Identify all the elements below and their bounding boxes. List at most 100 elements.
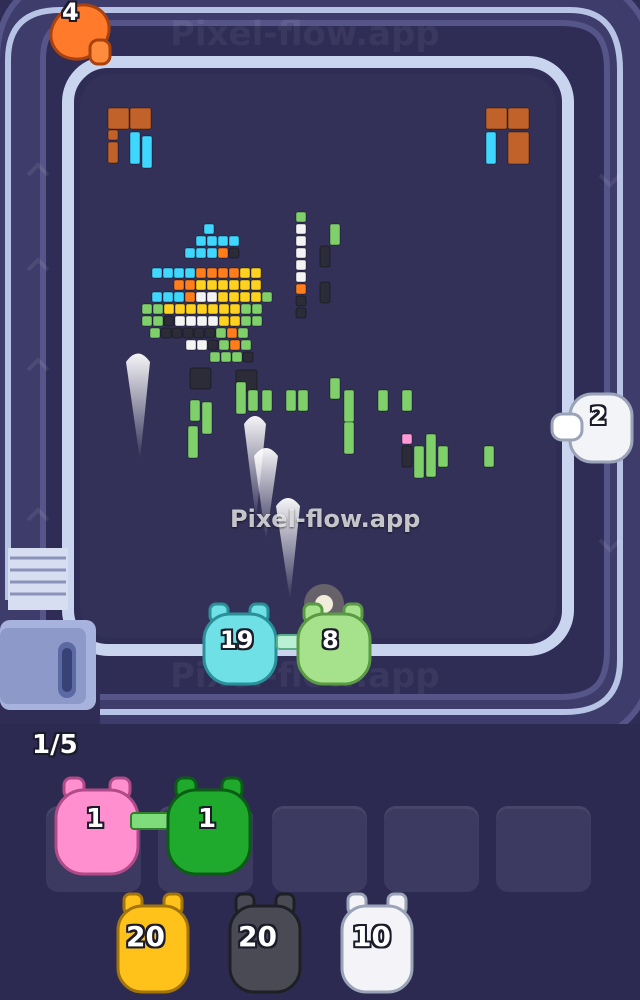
pixel-brown bbox=[107, 129, 119, 141]
progress-counter: 1/5 bbox=[32, 730, 78, 760]
pixel-brown bbox=[485, 107, 508, 130]
pixel-yellow bbox=[228, 279, 240, 291]
pixel-green bbox=[425, 433, 437, 478]
shooter-white-count: 2 bbox=[590, 402, 607, 430]
shooter-white-edge[interactable]: 2 bbox=[550, 388, 640, 468]
pixel-white bbox=[195, 291, 207, 303]
pixel-dark bbox=[193, 327, 205, 339]
pixel-green bbox=[285, 389, 297, 412]
pixel-orange bbox=[295, 283, 307, 295]
pixel-white bbox=[174, 315, 186, 327]
pixel-white bbox=[185, 315, 197, 327]
pixel-green bbox=[152, 315, 164, 327]
pixel-green bbox=[247, 389, 259, 412]
pixel-green bbox=[201, 401, 213, 435]
pixel-orange bbox=[228, 267, 240, 279]
pixel-cyan bbox=[151, 291, 163, 303]
pixel-green bbox=[237, 327, 249, 339]
shooter-dark-count: 20 bbox=[238, 920, 277, 953]
shooter-lightgreen-count: 8 bbox=[322, 626, 339, 654]
pixel-dark bbox=[171, 327, 183, 339]
pixel-cyan bbox=[141, 135, 153, 169]
pixel-dark bbox=[163, 315, 175, 327]
pixel-cyan bbox=[173, 267, 185, 279]
pixel-orange bbox=[206, 267, 218, 279]
pixel-green bbox=[413, 445, 425, 479]
queue-slot-3[interactable] bbox=[272, 806, 367, 892]
pixel-brown bbox=[507, 131, 530, 165]
pixel-cyan bbox=[195, 235, 207, 247]
pixel-green bbox=[240, 315, 252, 327]
shooter-cyan-count: 19 bbox=[220, 626, 254, 654]
pixel-green bbox=[240, 303, 252, 315]
pixel-dark bbox=[295, 307, 307, 319]
pixel-green bbox=[295, 211, 307, 223]
pixel-green bbox=[189, 399, 201, 422]
pixel-cyan bbox=[228, 235, 240, 247]
pixel-dark bbox=[319, 281, 331, 304]
pixel-orange bbox=[184, 291, 196, 303]
pixel-yellow bbox=[218, 315, 230, 327]
pixel-yellow bbox=[239, 291, 251, 303]
pixel-dark bbox=[204, 327, 216, 339]
shooter-white-reserve[interactable]: 10 bbox=[338, 892, 416, 996]
pixel-orange bbox=[184, 279, 196, 291]
watermark: Pixel-flow.app bbox=[230, 505, 421, 533]
shooter-pink-count: 1 bbox=[86, 804, 105, 834]
pixel-yellow bbox=[228, 291, 240, 303]
pixel-yellow bbox=[163, 303, 175, 315]
pixel-yellow bbox=[239, 279, 251, 291]
pixel-green bbox=[218, 339, 230, 351]
pixel-brown bbox=[507, 107, 530, 130]
pixel-dark bbox=[189, 367, 212, 390]
pixel-cyan bbox=[184, 267, 196, 279]
shooter-dark[interactable]: 20 bbox=[226, 892, 304, 996]
shooter-orange-count: 4 bbox=[62, 0, 79, 26]
pixel-white bbox=[185, 339, 197, 351]
pixel-yellow bbox=[250, 267, 262, 279]
pixel-cyan bbox=[162, 291, 174, 303]
shooter-lightgreen[interactable]: 8 bbox=[292, 600, 376, 692]
pixel-orange bbox=[217, 267, 229, 279]
shooter-green[interactable]: 1 bbox=[162, 776, 256, 880]
pixel-white bbox=[295, 271, 307, 283]
pixel-yellow bbox=[217, 279, 229, 291]
pixel-pink bbox=[401, 433, 413, 445]
queue-slot-4[interactable] bbox=[384, 806, 479, 892]
pixel-green bbox=[377, 389, 389, 412]
shooter-orange[interactable]: 4 bbox=[42, 0, 114, 70]
shooter-yellow[interactable]: 20 bbox=[114, 892, 192, 996]
pixel-green bbox=[251, 315, 263, 327]
pixel-white bbox=[196, 339, 208, 351]
pixel-green bbox=[329, 377, 341, 400]
pixel-green bbox=[209, 351, 221, 363]
pixel-cyan bbox=[217, 235, 229, 247]
pixel-brown bbox=[129, 107, 152, 130]
pixel-green bbox=[215, 327, 227, 339]
pixel-yellow bbox=[250, 279, 262, 291]
pixel-orange bbox=[226, 327, 238, 339]
pixel-white bbox=[295, 223, 307, 235]
pixel-yellow bbox=[218, 303, 230, 315]
pixel-green bbox=[343, 421, 355, 455]
pixel-green bbox=[240, 339, 252, 351]
pixel-dark bbox=[295, 295, 307, 307]
stairs-block bbox=[8, 548, 68, 610]
queue-slot-5[interactable] bbox=[496, 806, 591, 892]
pixel-dark bbox=[401, 445, 413, 468]
pixel-cyan bbox=[206, 247, 218, 259]
pixel-green bbox=[251, 303, 263, 315]
pixel-cyan bbox=[184, 247, 196, 259]
pixel-green bbox=[401, 389, 413, 412]
pixel-yellow bbox=[174, 303, 186, 315]
entry-gate bbox=[0, 620, 96, 710]
pixel-cyan bbox=[485, 131, 497, 165]
pixel-green bbox=[152, 303, 164, 315]
shooter-cyan[interactable]: 19 bbox=[198, 600, 282, 692]
pixel-cyan bbox=[206, 235, 218, 247]
pixel-green bbox=[483, 445, 495, 468]
pixel-yellow bbox=[217, 291, 229, 303]
pixel-green bbox=[231, 351, 243, 363]
pixel-brown bbox=[107, 141, 119, 164]
pixel-green bbox=[187, 425, 199, 459]
